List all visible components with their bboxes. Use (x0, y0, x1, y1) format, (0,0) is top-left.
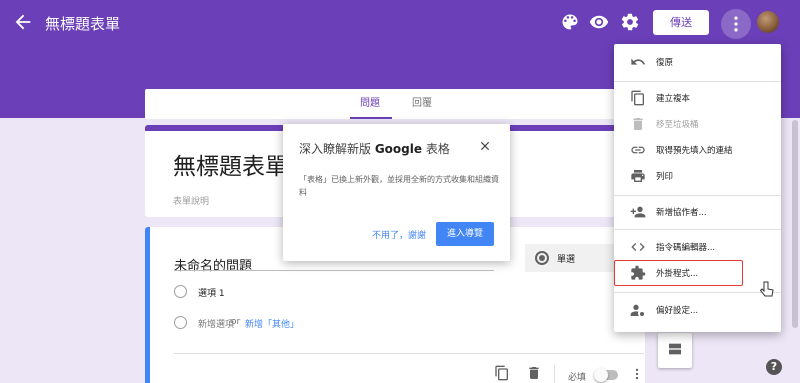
more-vert-icon (734, 16, 738, 32)
tab-bar: 問題 回覆 (145, 89, 645, 119)
header-title: 無標題表單 (45, 15, 121, 33)
option-label[interactable]: 選項 1 (198, 286, 225, 299)
hand-cursor-icon (760, 281, 774, 297)
send-button[interactable]: 傳送 (653, 10, 709, 35)
eye-icon[interactable] (589, 12, 609, 32)
required-label: 必填 (568, 373, 587, 383)
question-title-underline (174, 270, 494, 271)
menu-item-label: 移至垃圾桶 (656, 120, 699, 130)
question-type-label: 單選 (557, 255, 576, 265)
help-icon[interactable]: ? (766, 359, 782, 375)
trash-icon[interactable] (526, 365, 542, 381)
menu-item-move-to-trash: 移至垃圾桶 (614, 111, 781, 137)
side-toolbar (658, 333, 692, 368)
menu-item-label: 取得預先填入的連結 (656, 146, 733, 156)
tab-responses[interactable]: 回覆 (412, 89, 432, 119)
menu-item-label: 列印 (656, 172, 674, 182)
option-radio (174, 285, 187, 298)
active-tab-indicator (350, 117, 392, 119)
back-arrow-icon[interactable] (12, 11, 34, 33)
highlight-box (614, 260, 743, 286)
form-description[interactable]: 表單說明 (173, 194, 209, 207)
menu-item-add-collaborators[interactable]: 新增協作者... (614, 199, 781, 225)
menu-item-label: 指令碼編輯器... (656, 243, 716, 253)
code-icon (631, 243, 645, 251)
copy-icon (631, 90, 644, 106)
more-options-button[interactable] (721, 9, 751, 39)
menu-item-label: 建立複本 (656, 94, 691, 104)
dismiss-button[interactable]: 不用了，謝謝 (372, 228, 426, 241)
palette-icon[interactable] (560, 12, 580, 32)
add-option-radio (174, 316, 187, 329)
close-icon[interactable] (478, 139, 492, 153)
dialog-body: 「表格」已換上新外觀，並採用全新的方式收集和組織資料 (299, 175, 499, 197)
add-option-link[interactable]: 新增選項 (198, 317, 234, 330)
add-person-icon (630, 206, 646, 218)
divider (174, 353, 644, 354)
gear-icon[interactable] (620, 12, 640, 32)
menu-item-label: 新增協作者... (656, 208, 707, 218)
person-settings-icon (630, 304, 644, 316)
add-other-link[interactable]: 新增「其他」 (245, 317, 299, 330)
tab-questions[interactable]: 問題 (360, 89, 380, 119)
menu-divider (614, 229, 781, 230)
menu-item-prefilled-link[interactable]: 取得預先填入的連結 (614, 137, 781, 163)
required-toggle[interactable] (594, 368, 618, 382)
more-options-menu: 復原 建立複本 移至垃圾桶 取得預先填入的連結 列印 新增協作者... 指令碼編… (614, 44, 781, 332)
menu-item-label: 復原 (656, 58, 674, 68)
trash-icon (633, 118, 643, 130)
avatar[interactable] (757, 11, 779, 33)
intro-dialog: 深入瞭解新版 Google 表格 「表格」已換上新外觀，並採用全新的方式收集和組… (283, 124, 510, 261)
menu-divider (614, 292, 781, 293)
add-section-icon[interactable] (667, 341, 683, 357)
toggle-knob (594, 368, 608, 382)
undo-icon (631, 58, 645, 65)
menu-item-print[interactable]: 列印 (614, 163, 781, 189)
scrollbar[interactable] (792, 120, 798, 328)
menu-item-make-copy[interactable]: 建立複本 (614, 85, 781, 111)
menu-divider (614, 195, 781, 196)
menu-item-script-editor[interactable]: 指令碼編輯器... (614, 234, 781, 260)
menu-item-label: 偏好設定... (656, 306, 699, 316)
question-title[interactable]: 未命名的問題 (174, 255, 252, 274)
print-icon (631, 170, 645, 182)
dialog-title: 深入瞭解新版 Google 表格 (299, 142, 450, 156)
start-tour-button[interactable]: 進入導覽 (436, 222, 494, 246)
radio-selected-icon (535, 251, 549, 265)
link-icon (631, 146, 645, 154)
vertical-divider (554, 365, 555, 383)
form-title[interactable]: 無標題表單 (173, 147, 288, 181)
menu-divider (614, 81, 781, 82)
duplicate-icon[interactable] (494, 365, 510, 381)
menu-item-undo[interactable]: 復原 (614, 49, 781, 75)
more-vert-icon[interactable] (630, 367, 644, 381)
menu-item-preferences[interactable]: 偏好設定... (614, 297, 781, 323)
or-text: or (231, 317, 241, 327)
